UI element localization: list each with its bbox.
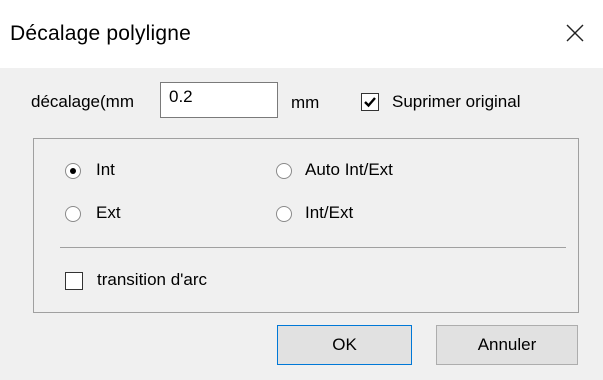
radio-int-ext-label: Int/Ext bbox=[305, 203, 354, 222]
radio-int-ext[interactable] bbox=[276, 206, 292, 222]
arc-transition-checkbox[interactable] bbox=[65, 272, 83, 290]
offset-polyline-dialog: Décalage polyligne décalage(mm 0.2 mm Su… bbox=[0, 0, 603, 380]
dialog-title: Décalage polyligne bbox=[10, 22, 192, 45]
title-bar: Décalage polyligne bbox=[0, 0, 603, 68]
offset-unit-label: mm bbox=[291, 93, 320, 112]
close-button[interactable] bbox=[560, 18, 590, 48]
radio-int-label: Int bbox=[96, 160, 115, 179]
radio-auto-int-ext[interactable] bbox=[276, 163, 292, 179]
delete-original-label: Suprimer original bbox=[392, 92, 521, 111]
cancel-button[interactable]: Annuler bbox=[436, 325, 578, 365]
checkmark-icon bbox=[364, 97, 376, 108]
radio-auto-int-ext-label: Auto Int/Ext bbox=[305, 160, 393, 179]
radio-ext[interactable] bbox=[65, 206, 81, 222]
arc-transition-label: transition d'arc bbox=[97, 270, 208, 289]
delete-original-checkbox[interactable] bbox=[361, 93, 379, 111]
ok-button[interactable]: OK bbox=[277, 325, 412, 365]
offset-label: décalage(mm bbox=[31, 92, 134, 111]
radio-ext-label: Ext bbox=[96, 203, 121, 222]
radio-int[interactable] bbox=[65, 163, 81, 179]
group-divider bbox=[60, 247, 566, 248]
offset-input[interactable]: 0.2 bbox=[160, 82, 278, 118]
close-icon bbox=[566, 24, 584, 42]
radio-selected-dot bbox=[70, 168, 76, 174]
